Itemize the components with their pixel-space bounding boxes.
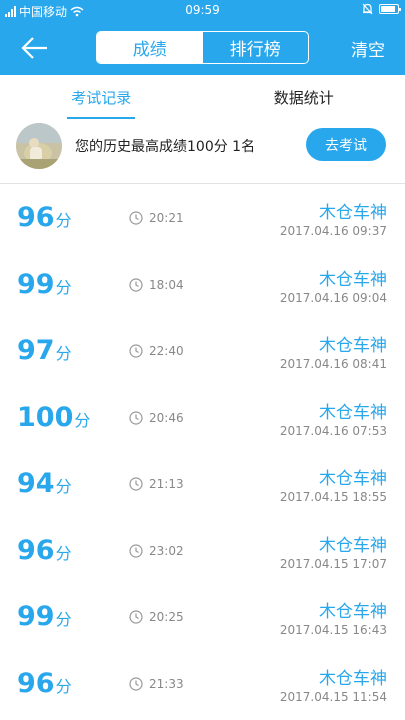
- score-number: 96: [17, 667, 55, 699]
- list-item[interactable]: 94分 21:13 木仓车神 2017.04.15 18:55: [0, 450, 405, 517]
- segmented-control: 成绩 排行榜: [96, 31, 309, 64]
- arrow-left-icon[interactable]: [20, 34, 50, 62]
- score-unit: 分: [55, 676, 72, 696]
- score-unit: 分: [55, 344, 72, 363]
- record-date: 2017.04.16 08:41: [279, 357, 387, 371]
- score-value: 100分: [17, 402, 90, 433]
- record-date: 2017.04.15 11:54: [279, 689, 387, 704]
- user-name: 木仓车神: [319, 535, 387, 556]
- duration: 22:40: [129, 344, 184, 358]
- profile-summary: 您的历史最高成绩100分 1名 去考试: [0, 120, 405, 184]
- duration-text: 21:33: [149, 676, 184, 691]
- duration-text: 21:13: [149, 477, 184, 491]
- duration-text: 20:25: [149, 610, 184, 624]
- user-name: 木仓车神: [319, 602, 387, 622]
- clock-icon: [129, 477, 143, 491]
- tab-exam-records[interactable]: 考试记录: [0, 75, 203, 120]
- list-item[interactable]: 97分 22:40 木仓车神 2017.04.16 08:41: [0, 317, 405, 384]
- record-date: 2017.04.15 18:55: [279, 490, 387, 504]
- clock-icon: [129, 344, 143, 358]
- nav-bar: 成绩 排行榜 清空: [0, 20, 405, 75]
- duration: 18:04: [129, 278, 184, 292]
- duration-text: 20:21: [149, 211, 184, 225]
- duration: 20:25: [129, 610, 184, 624]
- status-right: [362, 3, 401, 15]
- clock-icon: [129, 543, 143, 558]
- duration: 21:13: [129, 477, 184, 491]
- score-number: 99: [17, 268, 55, 300]
- duration: 23:02: [129, 544, 184, 558]
- record-date: 2017.04.16 09:04: [279, 290, 387, 305]
- record-date: 2017.04.15 16:43: [279, 623, 387, 637]
- score-unit: 分: [55, 211, 72, 230]
- list-item[interactable]: 100分 20:46 木仓车神 2017.04.16 07:53: [0, 384, 405, 451]
- clear-button[interactable]: 清空: [351, 36, 385, 61]
- score-number: 97: [17, 335, 55, 366]
- avatar: [16, 123, 62, 169]
- record-date: 2017.04.16 07:53: [279, 423, 387, 438]
- duration: 20:21: [129, 211, 184, 225]
- active-tab-indicator: [67, 117, 135, 119]
- tab-statistics-label: 数据统计: [273, 89, 334, 107]
- status-time: 09:59: [185, 3, 220, 17]
- list-item[interactable]: 99分 18:04 木仓车神 2017.04.16 09:04: [0, 251, 405, 318]
- alarm-icon: [362, 3, 373, 15]
- list-item[interactable]: 96分 23:02 木仓车神 2017.04.15 17:07: [0, 517, 405, 584]
- duration-text: 23:02: [149, 543, 184, 558]
- user-name: 木仓车神: [319, 336, 387, 356]
- list-item[interactable]: 96分 21:33 木仓车神 2017.04.15 11:54: [0, 650, 405, 717]
- record-date: 2017.04.16 09:37: [279, 224, 387, 238]
- duration: 21:33: [129, 677, 184, 691]
- user-name: 木仓车神: [319, 269, 387, 290]
- score-value: 96分: [17, 668, 72, 699]
- duration: 20:46: [129, 411, 184, 425]
- clock-icon: [129, 676, 143, 691]
- score-value: 97分: [17, 335, 72, 366]
- clock-icon: [129, 610, 143, 624]
- tab-statistics[interactable]: 数据统计: [203, 75, 405, 120]
- score-number: 96: [17, 202, 55, 233]
- score-unit: 分: [55, 477, 72, 496]
- score-value: 96分: [17, 202, 72, 233]
- score-number: 96: [17, 534, 55, 566]
- duration-text: 18:04: [149, 277, 184, 292]
- user-name: 木仓车神: [319, 668, 387, 689]
- score-number: 100: [17, 401, 74, 433]
- status-bar: 中国移动 09:59: [0, 0, 405, 20]
- battery-icon: [379, 4, 401, 14]
- sub-tab-bar: 考试记录 数据统计: [0, 75, 405, 120]
- score-value: 94分: [17, 468, 72, 499]
- tab-exam-records-label: 考试记录: [71, 89, 132, 107]
- clock-icon: [129, 277, 143, 292]
- score-unit: 分: [55, 277, 72, 297]
- list-item[interactable]: 96分 20:21 木仓车神 2017.04.16 09:37: [0, 184, 405, 251]
- user-name: 木仓车神: [319, 203, 387, 223]
- go-exam-button[interactable]: 去考试: [306, 128, 386, 161]
- score-unit: 分: [55, 610, 72, 629]
- score-number: 99: [17, 601, 55, 632]
- clock-icon: [129, 410, 143, 425]
- record-date: 2017.04.15 17:07: [279, 556, 387, 571]
- user-name: 木仓车神: [319, 402, 387, 423]
- records-list: 96分 20:21 木仓车神 2017.04.16 09:37 99分 18:04 木仓车神…: [0, 184, 405, 716]
- tab-leaderboard[interactable]: 排行榜: [203, 32, 309, 63]
- tab-score[interactable]: 成绩: [97, 32, 203, 63]
- duration-text: 20:46: [149, 410, 184, 425]
- score-value: 99分: [17, 601, 72, 632]
- best-score-text: 您的历史最高成绩100分 1名: [75, 139, 256, 155]
- score-value: 99分: [17, 269, 72, 300]
- score-unit: 分: [74, 410, 91, 430]
- score-number: 94: [17, 468, 55, 499]
- list-item[interactable]: 99分 20:25 木仓车神 2017.04.15 16:43: [0, 583, 405, 650]
- score-unit: 分: [55, 543, 72, 563]
- score-value: 96分: [17, 535, 72, 566]
- duration-text: 22:40: [149, 344, 184, 358]
- user-name: 木仓车神: [319, 469, 387, 489]
- clock-icon: [129, 211, 143, 225]
